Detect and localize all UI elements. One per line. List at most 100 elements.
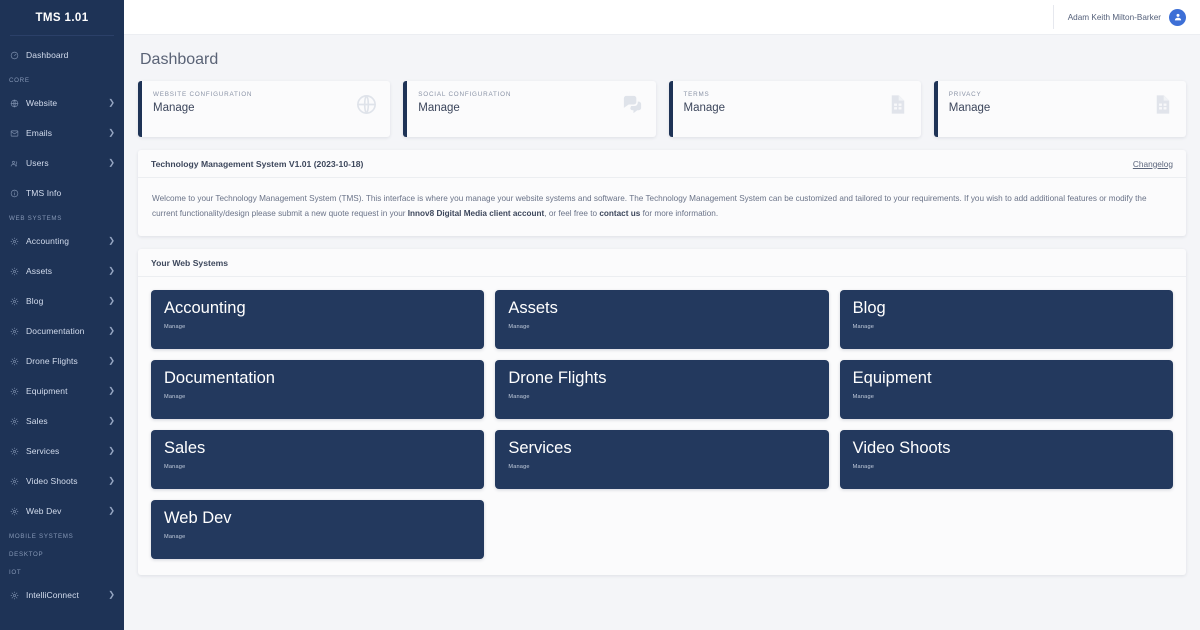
sidebar-item-assets[interactable]: Assets ❯ bbox=[0, 256, 124, 286]
stat-card-value: Manage bbox=[418, 102, 460, 114]
system-tile-assets[interactable]: Assets Manage bbox=[495, 290, 829, 350]
system-tile-name: Video Shoots bbox=[852, 439, 951, 458]
system-tile-sub: Manage bbox=[164, 323, 186, 330]
chevron-right-icon: ❯ bbox=[108, 506, 115, 515]
sidebar-item-services[interactable]: Services ❯ bbox=[0, 436, 124, 466]
web-systems-title: Your Web Systems bbox=[151, 257, 229, 268]
system-tile-services[interactable]: Services Manage bbox=[495, 430, 829, 490]
sidebar-item-dashboard[interactable]: Dashboard bbox=[0, 40, 124, 70]
sidebar-item-intelliconnect[interactable]: IntelliConnect ❯ bbox=[0, 580, 124, 610]
system-tile-name: Web Dev bbox=[164, 509, 232, 528]
stat-card-text: SOCIAL CONFIGURATION Manage bbox=[418, 91, 511, 114]
sidebar-item-label: Assets bbox=[26, 266, 53, 276]
stat-card-kicker: PRIVACY bbox=[948, 91, 982, 98]
gear-icon bbox=[9, 386, 20, 397]
sidebar-item-drone-flights[interactable]: Drone Flights ❯ bbox=[0, 346, 124, 376]
system-tile-video-shoots[interactable]: Video Shoots Manage bbox=[839, 430, 1173, 490]
chevron-right-icon: ❯ bbox=[108, 236, 115, 245]
system-tile-web-dev[interactable]: Web Dev Manage bbox=[151, 500, 485, 560]
system-tile-sales[interactable]: Sales Manage bbox=[151, 430, 485, 490]
client-account-link[interactable]: Innov8 Digital Media client account bbox=[408, 209, 544, 218]
globe-icon bbox=[355, 93, 378, 116]
system-tile-accounting[interactable]: Accounting Manage bbox=[151, 290, 485, 350]
sidebar-item-users[interactable]: Users ❯ bbox=[0, 148, 124, 178]
globe-icon bbox=[9, 98, 20, 109]
system-tile-sub: Manage bbox=[508, 323, 530, 330]
stat-card-text: WEBSITE CONFIGURATION Manage bbox=[153, 91, 252, 114]
welcome-panel-body: Welcome to your Technology Management Sy… bbox=[138, 178, 1186, 236]
system-tile-drone-flights[interactable]: Drone Flights Manage bbox=[495, 360, 829, 420]
sidebar-item-video-shoots[interactable]: Video Shoots ❯ bbox=[0, 466, 124, 496]
sidebar-nav-list: Dashboard CORE Website ❯ Emails ❯ Users ❯ TMS In… bbox=[0, 36, 124, 610]
system-tile-sub: Manage bbox=[164, 393, 186, 400]
web-systems-header: Your Web Systems bbox=[138, 249, 1186, 278]
user-menu[interactable]: Adam Keith Milton-Barker bbox=[1052, 5, 1186, 29]
gear-icon bbox=[9, 506, 20, 517]
stat-card-kicker: WEBSITE CONFIGURATION bbox=[153, 91, 253, 98]
system-tile-documentation[interactable]: Documentation Manage bbox=[151, 360, 485, 420]
web-systems-grid: Accounting Manage Assets Manage Blog Manag… bbox=[138, 277, 1186, 575]
stat-card-privacy[interactable]: PRIVACY Manage bbox=[933, 81, 1186, 137]
welcome-panel-title: Technology Management System V1.01 (2023… bbox=[151, 158, 364, 169]
stat-card-row: WEBSITE CONFIGURATION Manage SOCIAL CONF… bbox=[138, 81, 1186, 137]
chevron-right-icon: ❯ bbox=[108, 128, 115, 137]
stat-card-website-configuration[interactable]: WEBSITE CONFIGURATION Manage bbox=[138, 81, 391, 137]
chevron-right-icon: ❯ bbox=[108, 266, 115, 275]
web-systems-panel: Your Web Systems Accounting Manage Assets… bbox=[138, 249, 1186, 576]
sidebar-item-label: Services bbox=[26, 446, 60, 456]
welcome-panel: Technology Management System V1.01 (2023… bbox=[138, 150, 1186, 237]
system-tile-sub: Manage bbox=[164, 533, 186, 540]
system-tile-equipment[interactable]: Equipment Manage bbox=[839, 360, 1173, 420]
app-root: TMS 1.01 Dashboard CORE Website ❯ Emails ❯ Use… bbox=[0, 0, 1200, 630]
sidebar-item-sales[interactable]: Sales ❯ bbox=[0, 406, 124, 436]
system-tile-sub: Manage bbox=[852, 463, 875, 470]
user-name-label: Adam Keith Milton-Barker bbox=[1067, 12, 1161, 22]
sidebar-item-label: Accounting bbox=[26, 236, 70, 246]
sidebar-item-tms-info[interactable]: TMS Info bbox=[0, 178, 124, 208]
sidebar-item-equipment[interactable]: Equipment ❯ bbox=[0, 376, 124, 406]
welcome-text-part3: for more information. bbox=[640, 209, 719, 219]
sidebar-item-web-dev[interactable]: Web Dev ❯ bbox=[0, 496, 124, 526]
stat-card-terms[interactable]: TERMS Manage bbox=[668, 81, 921, 137]
gear-icon bbox=[9, 416, 20, 427]
sidebar-item-label: Users bbox=[26, 158, 49, 168]
welcome-panel-header: Technology Management System V1.01 (2023… bbox=[138, 150, 1186, 178]
sidebar-item-label: IntelliConnect bbox=[26, 590, 79, 600]
welcome-text-part2: , or feel free to bbox=[544, 209, 600, 219]
sidebar-item-accounting[interactable]: Accounting ❯ bbox=[0, 226, 124, 256]
sidebar-section-mobile-systems: MOBILE SYSTEMS bbox=[9, 533, 74, 540]
chevron-right-icon: ❯ bbox=[108, 158, 115, 167]
sidebar-item-label: Documentation bbox=[26, 326, 85, 336]
envelope-icon bbox=[9, 128, 20, 139]
gauge-icon bbox=[9, 50, 20, 61]
system-tile-name: Assets bbox=[508, 299, 558, 318]
sidebar-item-website[interactable]: Website ❯ bbox=[0, 88, 124, 118]
sidebar-item-emails[interactable]: Emails ❯ bbox=[0, 118, 124, 148]
chevron-right-icon: ❯ bbox=[108, 446, 115, 455]
gear-icon bbox=[9, 266, 20, 277]
sidebar-section-iot: IOT bbox=[9, 569, 22, 576]
sidebar-item-label: Sales bbox=[26, 416, 48, 426]
gear-icon bbox=[9, 326, 20, 337]
sidebar-section-core: CORE bbox=[9, 77, 30, 84]
sidebar-item-documentation[interactable]: Documentation ❯ bbox=[0, 316, 124, 346]
sidebar-item-label: Emails bbox=[26, 128, 53, 138]
contact-us-link[interactable]: contact us bbox=[599, 209, 640, 218]
stat-card-kicker: TERMS bbox=[683, 91, 710, 98]
info-icon bbox=[9, 188, 20, 199]
sidebar-item-label: Equipment bbox=[26, 386, 68, 396]
gear-icon bbox=[9, 356, 20, 367]
stat-card-value: Manage bbox=[153, 102, 195, 114]
sidebar-brand: TMS 1.01 bbox=[35, 11, 89, 24]
chevron-right-icon: ❯ bbox=[108, 590, 115, 599]
sidebar-item-blog[interactable]: Blog ❯ bbox=[0, 286, 124, 316]
user-icon[interactable] bbox=[1169, 8, 1186, 26]
welcome-text: Welcome to your Technology Management Sy… bbox=[152, 191, 1172, 221]
system-tile-name: Equipment bbox=[852, 369, 932, 388]
system-tile-blog[interactable]: Blog Manage bbox=[839, 290, 1173, 350]
system-tile-name: Accounting bbox=[164, 299, 246, 318]
changelog-link[interactable]: Changelog bbox=[1133, 159, 1173, 169]
chevron-right-icon: ❯ bbox=[108, 476, 115, 485]
system-tile-name: Drone Flights bbox=[508, 369, 607, 388]
stat-card-social-configuration[interactable]: SOCIAL CONFIGURATION Manage bbox=[403, 81, 656, 137]
